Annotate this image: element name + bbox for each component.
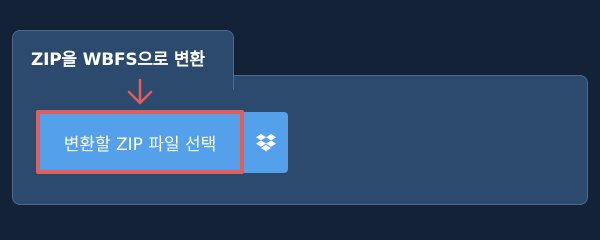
dropbox-icon: [256, 133, 276, 151]
panel-title: ZIP을 WBFS으로 변환: [31, 50, 205, 70]
dropbox-button[interactable]: [244, 112, 288, 173]
arrow-down-icon: [127, 78, 153, 105]
choose-zip-file-label: 변환할 ZIP 파일 선택: [63, 134, 217, 155]
choose-zip-file-button[interactable]: 변환할 ZIP 파일 선택: [36, 110, 244, 174]
converter-panel-tab: ZIP을 WBFS으로 변환: [12, 30, 234, 90]
